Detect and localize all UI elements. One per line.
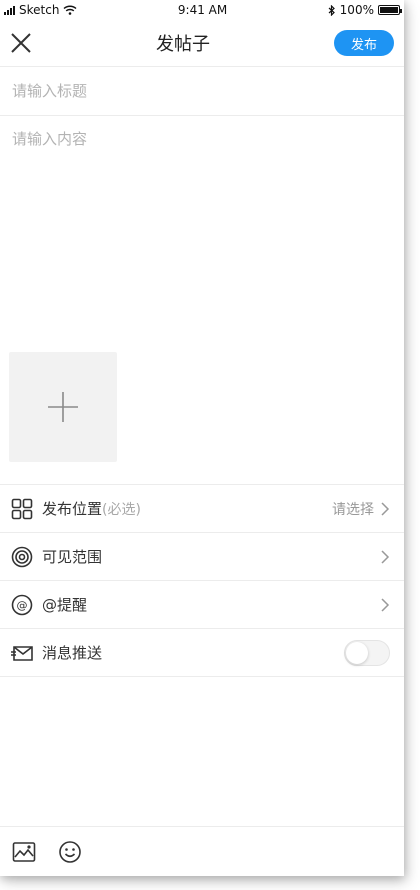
content-field-row xyxy=(0,116,404,352)
chevron-right-icon xyxy=(381,549,390,564)
battery-percent: 100% xyxy=(339,3,374,17)
content-input[interactable] xyxy=(10,126,398,346)
bottom-toolbar xyxy=(0,826,404,876)
plus-icon xyxy=(48,392,78,422)
options-list: 发布位置 (必选) 请选择 可见范围 @ @提醒 消息推送 xyxy=(0,484,404,677)
option-mention-label: @提醒 xyxy=(42,596,88,614)
title-field-row xyxy=(0,67,404,116)
option-location[interactable]: 发布位置 (必选) 请选择 xyxy=(0,485,404,533)
push-toggle[interactable] xyxy=(344,639,390,666)
carrier-label: Sketch xyxy=(19,3,60,17)
battery-icon xyxy=(377,5,402,15)
publish-button[interactable]: 发布 xyxy=(334,30,394,56)
clock: 9:41 AM xyxy=(177,3,228,17)
grid-icon xyxy=(10,497,34,521)
option-push: 消息推送 xyxy=(0,629,404,677)
option-visibility-label: 可见范围 xyxy=(42,548,103,566)
title-input[interactable] xyxy=(10,81,394,101)
add-image-button[interactable] xyxy=(9,352,117,462)
option-mention[interactable]: @ @提醒 xyxy=(0,581,404,629)
status-left: Sketch xyxy=(4,3,77,17)
image-icon[interactable] xyxy=(10,838,38,866)
chevron-right-icon xyxy=(381,501,390,516)
svg-text:@: @ xyxy=(17,599,28,612)
envelope-icon xyxy=(10,641,34,665)
page-title: 发帖子 xyxy=(156,34,210,55)
bluetooth-icon xyxy=(328,4,335,16)
emoji-icon[interactable] xyxy=(56,838,84,866)
wifi-icon xyxy=(63,5,77,15)
status-right: 100% xyxy=(328,3,402,17)
navbar: 发帖子 发布 xyxy=(0,20,404,67)
at-icon: @ xyxy=(10,593,34,617)
option-location-hint: (必选) xyxy=(102,501,141,518)
post-screen: Sketch 9:41 AM 100% 发帖子 发布 请输入标题 请输入内容 发… xyxy=(0,0,404,876)
status-bar: Sketch 9:41 AM 100% xyxy=(0,0,404,20)
option-location-label: 发布位置 xyxy=(42,500,103,518)
close-icon[interactable] xyxy=(10,32,32,54)
option-visibility[interactable]: 可见范围 xyxy=(0,533,404,581)
target-icon xyxy=(10,545,34,569)
option-push-label: 消息推送 xyxy=(42,644,103,662)
chevron-right-icon xyxy=(381,597,390,612)
toggle-knob xyxy=(346,641,368,664)
signal-icon xyxy=(4,5,15,15)
option-location-value: 请选择 xyxy=(332,501,374,518)
